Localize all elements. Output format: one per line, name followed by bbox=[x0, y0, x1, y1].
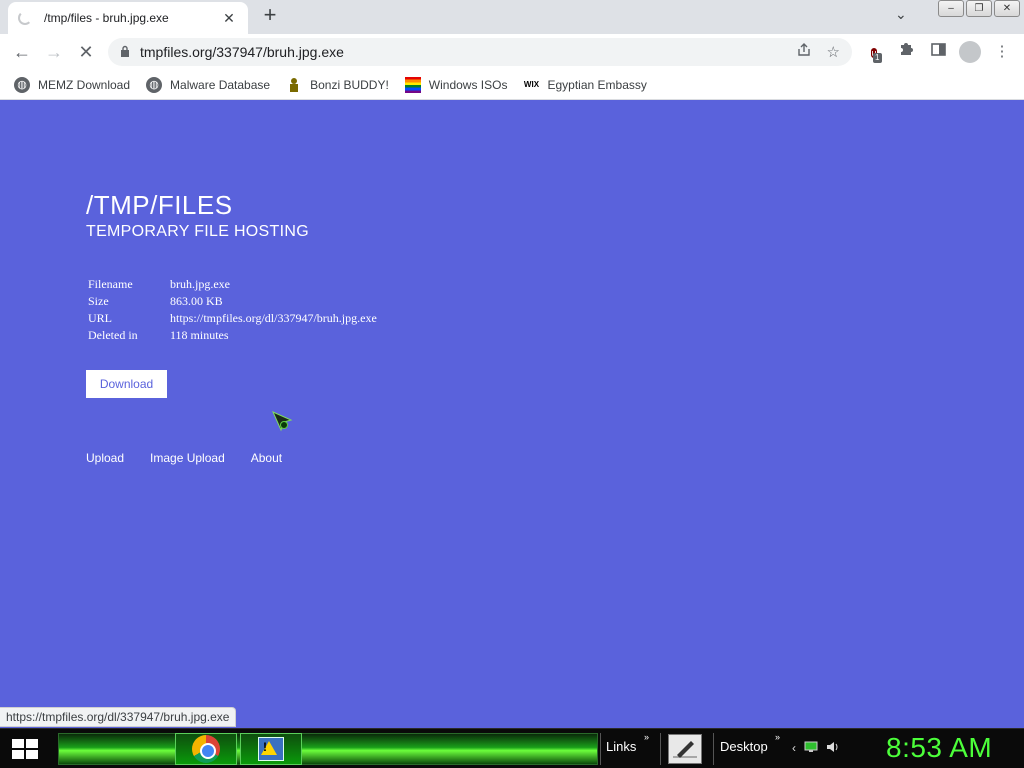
url-text[interactable]: tmpfiles.org/337947/bruh.jpg.exe bbox=[140, 44, 781, 60]
back-button[interactable]: ← bbox=[6, 36, 38, 68]
profile-avatar-icon[interactable] bbox=[958, 38, 982, 66]
extensions-area: u1 ⋮ bbox=[862, 38, 1014, 66]
bookmark-malware-database[interactable]: ◍ Malware Database bbox=[146, 76, 271, 93]
system-tray: ‹ bbox=[792, 741, 840, 756]
status-bar-url: https://tmpfiles.org/dl/337947/bruh.jpg.… bbox=[0, 707, 237, 727]
bookmark-star-icon[interactable]: ☆ bbox=[827, 43, 840, 61]
taskbar-green-band bbox=[58, 733, 598, 765]
bookmark-egyptian-embassy[interactable]: WIX Egyptian Embassy bbox=[523, 77, 647, 93]
tab-title: /tmp/files - bruh.jpg.exe bbox=[44, 11, 169, 25]
mouse-cursor-icon bbox=[272, 411, 293, 432]
table-row: Deleted in 118 minutes bbox=[86, 327, 379, 344]
upload-link[interactable]: Upload bbox=[86, 451, 124, 465]
notepad-pen-icon[interactable] bbox=[668, 734, 702, 764]
lock-icon[interactable] bbox=[120, 45, 130, 60]
table-row: Filename bruh.jpg.exe bbox=[86, 276, 379, 293]
bookmarks-bar: ◍ MEMZ Download ◍ Malware Database Bonzi… bbox=[0, 70, 1024, 100]
bookmark-label: Windows ISOs bbox=[428, 77, 508, 92]
ublock-extension[interactable]: u1 bbox=[862, 38, 886, 66]
bookmark-label: Egyptian Embassy bbox=[547, 77, 647, 92]
browser-toolbar: ← → ✕ tmpfiles.org/337947/bruh.jpg.exe ☆… bbox=[0, 34, 1024, 70]
taskbar-chrome-button[interactable] bbox=[175, 733, 237, 765]
wix-icon: WIX bbox=[523, 80, 540, 89]
restore-button[interactable]: ❐ bbox=[966, 0, 992, 17]
download-button[interactable]: Download bbox=[86, 370, 167, 398]
about-link[interactable]: About bbox=[251, 451, 282, 465]
chrome-icon bbox=[192, 735, 220, 763]
info-key: Size bbox=[88, 294, 109, 308]
close-window-button[interactable]: ✕ bbox=[994, 0, 1020, 17]
bookmark-windows-isos[interactable]: Windows ISOs bbox=[404, 76, 508, 93]
loading-spinner-icon bbox=[18, 11, 32, 25]
bonzi-icon bbox=[286, 77, 302, 93]
bookmark-memz-download[interactable]: ◍ MEMZ Download bbox=[14, 76, 131, 93]
taskbar-app-button[interactable] bbox=[240, 733, 302, 765]
bookmark-label: Bonzi BUDDY! bbox=[310, 77, 389, 92]
info-value: bruh.jpg.exe bbox=[170, 277, 230, 291]
tab-search-button[interactable]: ⌄ bbox=[895, 6, 907, 23]
site-tagline: TEMPORARY FILE HOSTING bbox=[86, 223, 309, 240]
tab-close-icon[interactable]: ✕ bbox=[220, 10, 238, 27]
globe-icon: ◍ bbox=[146, 76, 163, 93]
windows-start-icon[interactable] bbox=[12, 739, 38, 759]
tab-active[interactable]: /tmp/files - bruh.jpg.exe ✕ bbox=[8, 2, 248, 34]
stop-loading-button[interactable]: ✕ bbox=[70, 36, 102, 68]
forward-button[interactable]: → bbox=[38, 36, 70, 68]
warning-window-icon bbox=[258, 737, 284, 761]
extensions-puzzle-icon[interactable] bbox=[894, 38, 918, 66]
bookmark-label: MEMZ Download bbox=[38, 77, 131, 92]
taskbar: Links » Desktop » ‹ 8:53 AM bbox=[0, 728, 1024, 768]
info-value: 863.00 KB bbox=[170, 294, 223, 308]
info-key: URL bbox=[88, 311, 112, 325]
ublock-icon: u1 bbox=[871, 48, 882, 63]
table-row: URL https://tmpfiles.org/dl/337947/bruh.… bbox=[86, 310, 379, 327]
links-toolbar-label[interactable]: Links bbox=[606, 739, 636, 754]
menu-kebab-icon[interactable]: ⋮ bbox=[990, 38, 1014, 66]
globe-icon: ◍ bbox=[14, 76, 30, 93]
desktop-chevron-icon[interactable]: » bbox=[775, 732, 780, 742]
rainbow-flag-icon bbox=[404, 76, 421, 93]
divider bbox=[713, 733, 714, 765]
bookmark-bonzi-buddy[interactable]: Bonzi BUDDY! bbox=[286, 77, 389, 93]
info-key: Filename bbox=[88, 277, 133, 291]
table-row: Size 863.00 KB bbox=[86, 293, 379, 310]
taskbar-clock[interactable]: 8:53 AM bbox=[886, 732, 992, 764]
side-panel-icon[interactable] bbox=[926, 38, 950, 66]
info-value: 118 minutes bbox=[170, 328, 229, 342]
address-bar[interactable]: tmpfiles.org/337947/bruh.jpg.exe ☆ bbox=[108, 38, 852, 66]
divider bbox=[660, 733, 661, 765]
new-tab-button[interactable]: + bbox=[258, 4, 282, 28]
tab-strip: /tmp/files - bruh.jpg.exe ✕ + ⌄ – ❐ ✕ bbox=[0, 0, 1024, 34]
page-content: /TMP/FILES TEMPORARY FILE HOSTING Filena… bbox=[0, 101, 1024, 728]
footer-nav: Upload Image Upload About bbox=[86, 451, 282, 465]
bookmark-label: Malware Database bbox=[170, 77, 271, 92]
info-key: Deleted in bbox=[88, 328, 138, 342]
window-controls: – ❐ ✕ bbox=[938, 0, 1020, 17]
network-icon[interactable] bbox=[804, 741, 818, 756]
minimize-button[interactable]: – bbox=[938, 0, 964, 17]
share-icon[interactable] bbox=[797, 43, 811, 61]
file-info-table: Filename bruh.jpg.exe Size 863.00 KB URL… bbox=[86, 276, 379, 344]
ublock-count-badge: 1 bbox=[873, 53, 882, 63]
desktop-toolbar-label[interactable]: Desktop bbox=[720, 739, 768, 754]
volume-icon[interactable] bbox=[826, 741, 840, 756]
site-logo[interactable]: /TMP/FILES bbox=[86, 190, 233, 221]
show-hidden-icons-icon[interactable]: ‹ bbox=[792, 741, 796, 756]
links-chevron-icon[interactable]: » bbox=[644, 732, 649, 742]
info-value: https://tmpfiles.org/dl/337947/bruh.jpg.… bbox=[170, 311, 377, 325]
image-upload-link[interactable]: Image Upload bbox=[150, 451, 225, 465]
divider bbox=[600, 733, 601, 765]
